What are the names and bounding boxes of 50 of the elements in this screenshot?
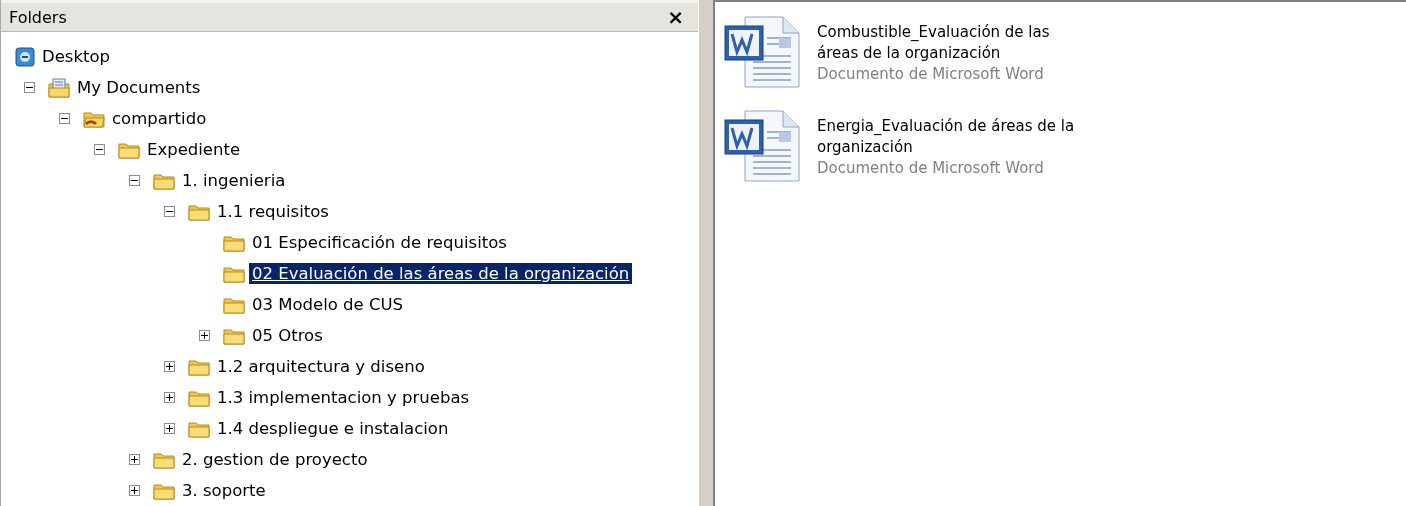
collapse-button[interactable]	[164, 206, 175, 217]
expand-button[interactable]	[164, 423, 175, 434]
folder-icon	[118, 140, 140, 159]
close-button[interactable]: ×	[663, 7, 688, 27]
shared-folder-icon	[83, 109, 105, 128]
folder-icon	[223, 233, 245, 252]
folder-icon	[188, 419, 210, 438]
collapse-button[interactable]	[129, 175, 140, 186]
pane-splitter[interactable]	[698, 0, 715, 506]
tree-item[interactable]: 1.3 implementacion y pruebas	[214, 387, 473, 408]
folder-icon	[153, 481, 175, 500]
tree-item[interactable]: 1.1 requisitos	[214, 201, 332, 222]
expand-button[interactable]	[129, 485, 140, 496]
collapse-button[interactable]	[24, 82, 35, 93]
expand-button[interactable]	[129, 454, 140, 465]
tree-item[interactable]: 03 Modelo de CUS	[249, 294, 407, 315]
folder-icon	[188, 357, 210, 376]
folder-icon	[188, 202, 210, 221]
file-type: Documento de Microsoft Word	[817, 64, 1045, 85]
desktop-icon	[15, 46, 35, 67]
documents-folder-icon	[48, 77, 70, 98]
file-name[interactable]: Energia_Evaluación de áreas de la organización	[817, 116, 1081, 158]
folder-icon	[223, 264, 245, 283]
folder-icon	[188, 388, 210, 407]
folder-icon	[153, 450, 175, 469]
tree-item[interactable]: 02 Evaluación de las áreas de la organización	[249, 263, 633, 284]
collapse-button[interactable]	[94, 144, 105, 155]
tree-item[interactable]: My Documents	[74, 77, 204, 98]
tree-item[interactable]: 05 Otros	[249, 325, 326, 346]
tree-item[interactable]: 1. ingenieria	[179, 170, 289, 191]
collapse-button[interactable]	[59, 113, 70, 124]
pane-title: Folders	[9, 7, 67, 27]
expand-button[interactable]	[164, 361, 175, 372]
word-document-icon	[723, 110, 803, 182]
tree-item[interactable]: Desktop	[39, 46, 114, 67]
tree-item[interactable]: 3. soporte	[179, 480, 269, 501]
tree-item[interactable]: compartido	[109, 108, 210, 129]
folder-icon	[223, 295, 245, 314]
folder-icon	[223, 326, 245, 345]
tree-item[interactable]: 01 Especificación de requisitos	[249, 232, 510, 253]
tree-item[interactable]: Expediente	[144, 139, 244, 160]
tree-item[interactable]: 2. gestion de proyecto	[179, 449, 371, 470]
file-type: Documento de Microsoft Word	[817, 158, 1045, 179]
expand-button[interactable]	[164, 392, 175, 403]
tree-item[interactable]: 1.2 arquitectura y diseno	[214, 356, 428, 377]
word-document-icon	[723, 16, 803, 88]
expand-button[interactable]	[199, 330, 210, 341]
folder-icon	[153, 171, 175, 190]
file-name[interactable]: Combustible_Evaluación de las áreas de la organización	[817, 22, 1081, 64]
tree-item[interactable]: 1.4 despliegue e instalacion	[214, 418, 452, 439]
